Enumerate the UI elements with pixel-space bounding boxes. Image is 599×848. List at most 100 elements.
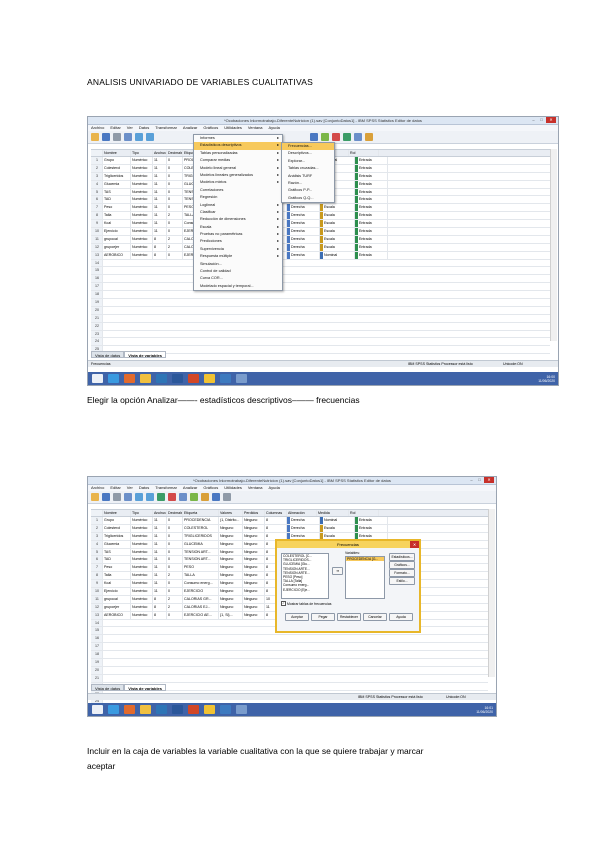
table-cell[interactable]: Numérico [131,204,153,212]
menu-9[interactable]: Ayuda [269,485,280,491]
table-cell[interactable]: Numérico [131,517,153,524]
table-cell[interactable]: 0 [167,548,183,556]
minimize-button[interactable]: – [530,117,537,123]
table-cell[interactable]: 0 [167,157,183,164]
table-cell[interactable]: Ninguno [219,595,243,603]
table-cell[interactable]: Numérico [131,235,153,243]
weight-cases-icon[interactable] [201,493,209,501]
table-cell[interactable]: 11 [153,157,167,164]
table-cell[interactable]: Numérico [131,188,153,196]
table-cell[interactable]: 11 [153,220,167,228]
dialog-bottom-button[interactable]: Pegar [311,613,335,621]
descriptives-menu-item[interactable]: Frecuencias... [282,143,334,151]
table-cell[interactable]: Derecha [287,517,320,524]
checkbox-checked-icon[interactable]: ✓ [281,601,286,606]
table-cell[interactable]: 11 [153,517,167,524]
menu-0[interactable]: Archivo [91,485,104,491]
dialog-bottom-button[interactable]: Restablecer [337,613,361,621]
table-cell[interactable]: Colesterol [103,524,131,532]
table-cell[interactable]: 11 [153,228,167,235]
descriptives-menu-item[interactable]: Razón... [282,180,334,187]
menu-5[interactable]: Analizar [183,125,197,131]
table-cell[interactable]: 0 [167,188,183,196]
open-icon[interactable] [91,133,99,141]
column-header[interactable]: Anchura [153,510,167,516]
table-cell[interactable]: Derecha [287,243,320,251]
table-cell[interactable]: Entrada [355,157,388,164]
table-cell[interactable]: Entrada [355,517,388,524]
outlook-icon[interactable] [156,374,167,383]
table-cell[interactable]: Numérico [131,172,153,180]
tab-data-view[interactable]: Vista de datos [91,684,125,691]
table-cell[interactable]: 8 [153,603,167,611]
table-cell[interactable]: 8 [153,611,167,619]
table-cell[interactable]: Escala [320,204,355,212]
dialog-recall-icon[interactable] [124,133,132,141]
column-header[interactable]: Rol [349,510,379,516]
table-cell[interactable]: Ninguno [243,517,265,524]
column-header[interactable]: Tipo [131,510,153,516]
table-cell[interactable]: EJERCICIO [183,588,219,595]
table-cell[interactable]: 11 [153,572,167,580]
analyze-menu-item[interactable]: Tablas personalizadas ▸ [194,150,282,157]
table-cell[interactable]: Numérico [131,556,153,564]
table-cell[interactable]: 11 [153,188,167,196]
table-cell[interactable]: Ninguno [243,572,265,580]
menu-6[interactable]: Gráficos [203,485,218,491]
analyze-menu-item[interactable]: Informes ▸ [194,135,282,142]
table-cell[interactable]: Escala [320,220,355,228]
table-cell[interactable]: TENSION ART... [183,556,219,564]
column-header[interactable]: Nombre [103,510,131,516]
table-cell[interactable]: Entrada [355,235,388,243]
descriptives-menu-item[interactable]: Tablas cruzadas... [282,165,334,172]
table-cell[interactable]: 0 [167,532,183,540]
menu-2[interactable]: Ver [127,485,133,491]
dialog-side-button[interactable]: Estadísticos... [389,553,415,561]
table-cell[interactable]: Ninguno [243,524,265,532]
table-cell[interactable]: 0 [167,251,183,259]
analyze-menu-item[interactable]: Comparar medias ▸ [194,157,282,164]
table-cell[interactable]: 0 [167,196,183,204]
table-cell[interactable]: 0 [167,540,183,548]
redo-icon[interactable] [146,133,154,141]
table-cell[interactable]: Escala [320,524,355,532]
column-header[interactable]: Valores [219,510,243,516]
find-icon[interactable] [332,133,340,141]
explorer-icon[interactable] [140,374,151,383]
explorer-icon[interactable] [140,705,151,714]
table-cell[interactable]: Ninguno [219,532,243,540]
save-icon[interactable] [102,133,110,141]
table-cell[interactable]: Numérico [131,524,153,532]
maximize-button[interactable]: □ [476,477,483,483]
selected-variable-item[interactable]: PROCEDENCIA [G... [346,557,384,562]
weight-cases-icon[interactable] [354,133,362,141]
redo-icon[interactable] [146,493,154,501]
menu-0[interactable]: Archivo [91,125,104,131]
close-button[interactable]: ✕ [484,477,494,483]
table-cell[interactable]: Numérico [131,540,153,548]
chrome-icon[interactable] [204,705,215,714]
table-cell[interactable]: TAS [103,188,131,196]
windows-start-icon[interactable] [92,705,103,714]
table-cell[interactable]: 11 [153,556,167,564]
dialog-side-button[interactable]: Gráficos... [389,561,415,569]
table-cell[interactable]: Entrada [355,243,388,251]
dialog-bottom-button[interactable]: Ayuda [389,613,413,621]
table-cell[interactable]: Ninguno [243,564,265,572]
table-cell[interactable]: Entrada [355,220,388,228]
minimize-button[interactable]: – [468,477,475,483]
table-cell[interactable]: 0 [167,172,183,180]
table-cell[interactable]: Glucemia [103,180,131,188]
column-header[interactable]: Decimales [167,150,183,156]
analyze-menu-item[interactable]: Modelado espacial y temporal... [194,283,282,290]
table-cell[interactable]: PESO [183,564,219,572]
table-cell[interactable]: Numérico [131,572,153,580]
table-cell[interactable]: Ninguno [243,556,265,564]
select-cases-icon[interactable] [212,493,220,501]
tab-variable-view[interactable]: Vista de variables [124,684,167,691]
ie-icon[interactable] [108,374,119,383]
column-header[interactable]: Tipo [131,150,153,156]
outlook-icon[interactable] [156,705,167,714]
table-cell[interactable]: Ninguno [219,588,243,595]
analyze-menu-item[interactable]: Modelos lineales generalizados ▸ [194,172,282,179]
